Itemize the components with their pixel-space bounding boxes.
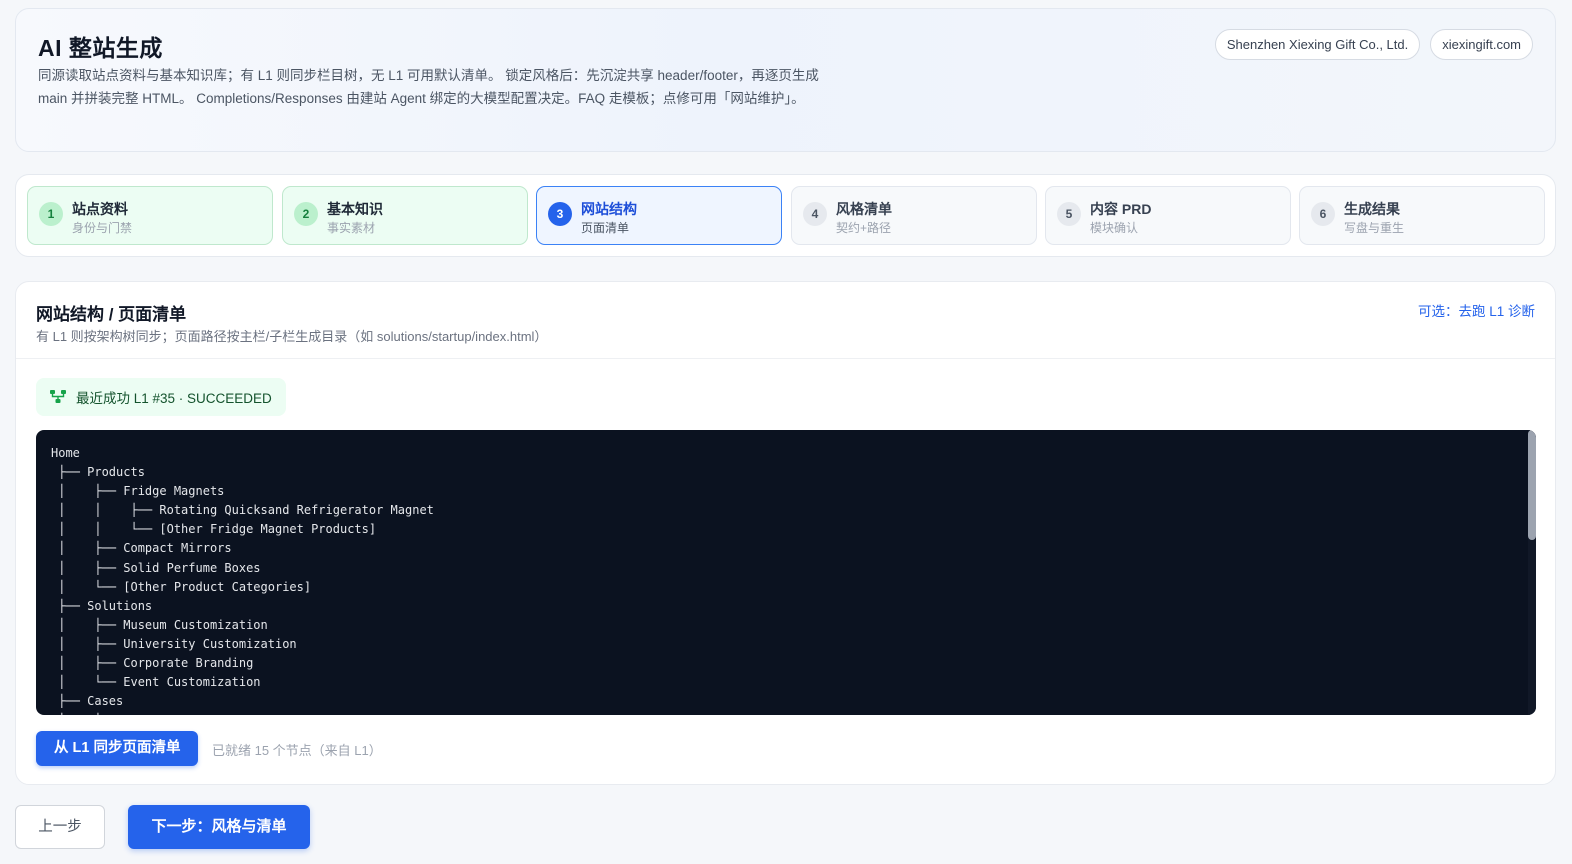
step-results[interactable]: 6 生成结果 写盘与重生 [1299, 186, 1545, 245]
site-tree-view[interactable]: Home ├── Products │ ├── Fridge Magnets │… [36, 430, 1536, 715]
next-step-button[interactable]: 下一步：风格与清单 [128, 805, 310, 849]
page-header: AI 整站生成 同源读取站点资料与基本知识库；有 L1 则同步栏目树，无 L1 … [15, 8, 1556, 152]
run-l1-diagnosis-link[interactable]: 可选：去跑 L1 诊断 [1418, 300, 1535, 320]
step-title: 生成结果 [1344, 201, 1400, 217]
wizard-stepper: 1 站点资料 身份与门禁 2 基本知识 事实素材 3 网站结构 页面清单 4 风… [15, 174, 1556, 257]
panel-subtitle: 有 L1 则按架构树同步；页面路径按主栏/子栏生成目录（如 solutions/… [36, 329, 548, 344]
site-tree-text: Home ├── Products │ ├── Fridge Magnets │… [51, 446, 434, 715]
step-style-list[interactable]: 4 风格清单 契约+路径 [791, 186, 1037, 245]
step-subtitle: 页面清单 [581, 221, 630, 235]
step-content-prd[interactable]: 5 内容 PRD 模块确认 [1045, 186, 1291, 245]
company-chip[interactable]: Shenzhen Xiexing Gift Co., Ltd. [1214, 29, 1421, 60]
step-site-structure[interactable]: 3 网站结构 页面清单 [536, 186, 782, 245]
step-site-info[interactable]: 1 站点资料 身份与门禁 [27, 186, 273, 245]
step-title: 网站结构 [581, 201, 637, 217]
step-subtitle: 事实素材 [327, 221, 376, 235]
step-knowledge[interactable]: 2 基本知识 事实素材 [282, 186, 528, 245]
page-description: 同源读取站点资料与基本知识库；有 L1 则同步栏目树，无 L1 可用默认清单。 … [38, 68, 819, 106]
step-number: 5 [1057, 202, 1081, 226]
step-title: 风格清单 [836, 201, 892, 217]
step-number: 6 [1311, 202, 1335, 226]
step-title: 内容 PRD [1090, 201, 1152, 217]
tree-scroll-thumb[interactable] [1528, 430, 1536, 540]
step-number: 4 [803, 202, 827, 226]
status-text: 最近成功 L1 #35 · SUCCEEDED [76, 391, 272, 406]
sync-status-note: 已就绪 15 个节点（来自 L1） [212, 743, 382, 758]
site-chips: Shenzhen Xiexing Gift Co., Ltd. xiexingi… [1214, 29, 1533, 60]
step-number: 2 [294, 202, 318, 226]
sitemap-icon [50, 390, 66, 403]
step-subtitle: 身份与门禁 [72, 221, 133, 235]
domain-chip[interactable]: xiexingift.com [1430, 29, 1533, 60]
step-subtitle: 契约+路径 [836, 221, 892, 235]
prev-step-button[interactable]: 上一步 [15, 805, 105, 849]
tree-scrollbar[interactable] [1528, 430, 1536, 715]
step-number: 3 [548, 202, 572, 226]
status-badge: 最近成功 L1 #35 · SUCCEEDED [36, 378, 286, 416]
structure-panel: 网站结构 / 页面清单 有 L1 则按架构树同步；页面路径按主栏/子栏生成目录（… [15, 281, 1556, 785]
step-subtitle: 写盘与重生 [1344, 221, 1405, 235]
page-title: AI 整站生成 [38, 35, 163, 61]
sync-from-l1-button[interactable]: 从 L1 同步页面清单 [36, 731, 199, 766]
step-title: 站点资料 [72, 201, 128, 217]
panel-title: 网站结构 / 页面清单 [36, 305, 187, 324]
divider [16, 358, 1555, 359]
step-subtitle: 模块确认 [1090, 221, 1139, 235]
step-title: 基本知识 [327, 201, 383, 217]
step-number: 1 [39, 202, 63, 226]
